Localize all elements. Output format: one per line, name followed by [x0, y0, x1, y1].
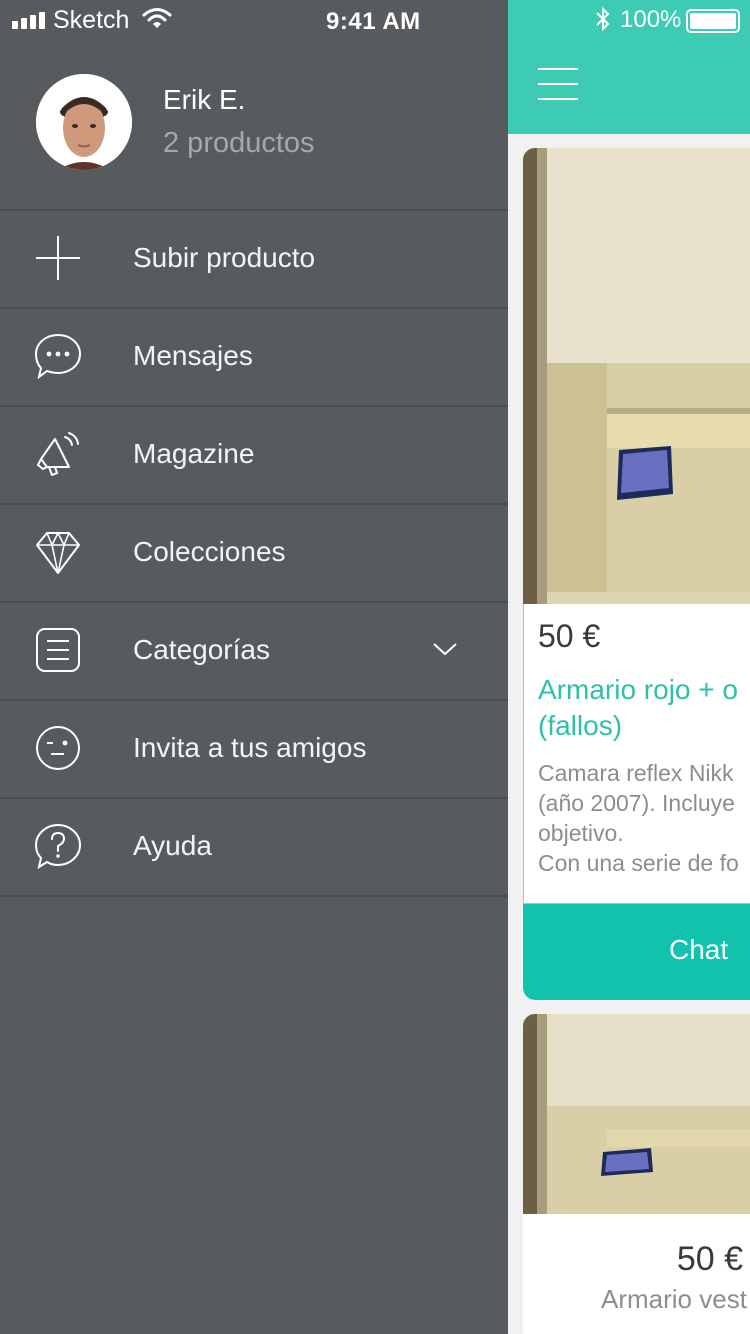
list-icon: [36, 628, 80, 672]
menu-item-label: Colecciones: [133, 536, 286, 567]
plus-icon: [36, 236, 80, 280]
signal-icon: [12, 12, 45, 29]
megaphone-icon: [36, 432, 79, 477]
menu-item-label: Mensajes: [133, 340, 253, 371]
chat-button-label: Chat: [669, 934, 729, 965]
menu-item-mensajes[interactable]: Mensajes: [0, 309, 508, 407]
wink-face-icon: [36, 726, 80, 770]
avatar[interactable]: [36, 74, 132, 170]
profile-header[interactable]: Erik E. 2 productos: [0, 60, 508, 210]
menu-icon[interactable]: [538, 68, 578, 102]
menu-item-label: Invita a tus amigos: [133, 732, 367, 763]
menu-item-subir-producto[interactable]: Subir producto: [0, 211, 508, 309]
battery-icon: [686, 9, 740, 33]
menu-item-categorias[interactable]: Categorías: [0, 603, 508, 701]
clock: 9:41 AM: [326, 8, 421, 35]
product-image[interactable]: [523, 1014, 750, 1214]
battery-percent: 100%: [620, 6, 682, 33]
help-icon: [34, 823, 82, 870]
menu-item-label: Categorías: [133, 634, 270, 665]
product-info: 50 € Armario rojo + o (fallos) Camara re…: [523, 604, 750, 904]
product-price: 50 €: [676, 1240, 743, 1278]
status-bar-left: Sketch 9:41 AM: [0, 0, 508, 40]
status-bar-right: 100%: [508, 0, 750, 40]
chat-bubble-icon: [34, 333, 82, 380]
product-card[interactable]: 50 € Armario rojo + o (fallos) Camara re…: [523, 148, 750, 1000]
carrier-name: Sketch: [53, 6, 130, 34]
menu-item-invita[interactable]: Invita a tus amigos: [0, 701, 508, 799]
chevron-down-icon[interactable]: [430, 639, 460, 659]
profile-product-count: 2 productos: [163, 127, 315, 159]
product-title[interactable]: Armario rojo + o (fallos): [538, 672, 750, 744]
bluetooth-icon: [596, 6, 610, 32]
menu-item-label: Subir producto: [133, 242, 316, 273]
wifi-icon: [142, 8, 172, 28]
product-price: 50 €: [538, 618, 601, 654]
product-title[interactable]: Armario vest: [601, 1284, 747, 1315]
menu-item-colecciones[interactable]: Colecciones: [0, 505, 508, 603]
chat-button[interactable]: Chat: [523, 904, 750, 1000]
profile-name: Erik E.: [163, 84, 246, 115]
product-card[interactable]: 50 € Armario vest: [523, 1014, 750, 1334]
menu-item-label: Ayuda: [133, 830, 212, 861]
product-image[interactable]: [523, 148, 750, 604]
product-description: Camara reflex Nikk (año 2007). Incluye o…: [538, 760, 739, 876]
side-drawer: Sketch 9:41 AM Erik E. 2 productos Subir…: [0, 0, 508, 1334]
menu-item-ayuda[interactable]: Ayuda: [0, 799, 508, 897]
menu-item-label: Magazine: [133, 438, 255, 469]
main-content: 100% 50 € Armario rojo + o (fallos) Cama…: [508, 0, 750, 1334]
drawer-menu: Subir producto Mensajes Magazine Colecci…: [0, 209, 508, 897]
menu-item-magazine[interactable]: Magazine: [0, 407, 508, 505]
top-bar: 100%: [508, 0, 750, 134]
diamond-icon: [36, 531, 80, 574]
